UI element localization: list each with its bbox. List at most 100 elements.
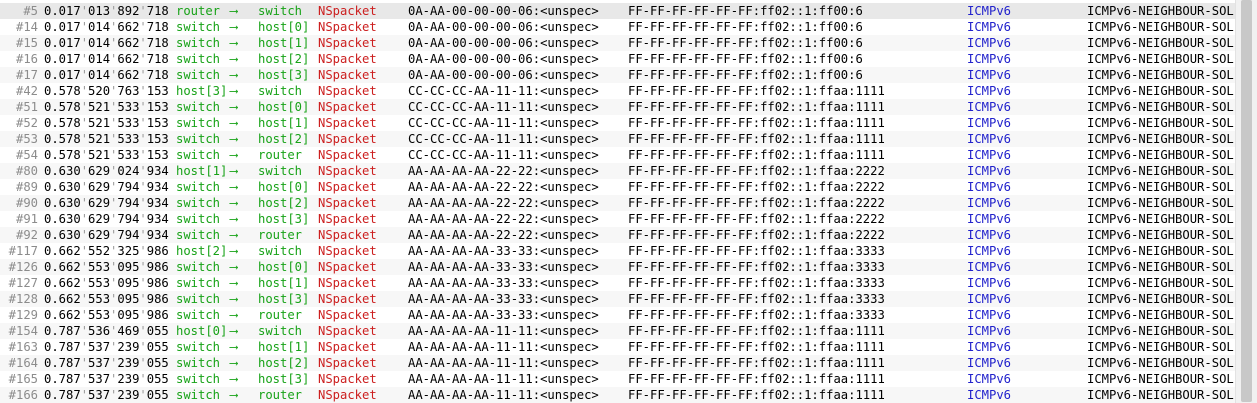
source-module: switch (176, 52, 221, 66)
event-log-view[interactable]: #5 0.017'013'892'718 router ⟶ switch NSpacket… (0, 0, 1257, 403)
source-module: switch (176, 340, 221, 354)
message-kind: ICMPv6-NEIGHBOUR-SOL (1087, 372, 1234, 386)
table-row[interactable]: #90 0.630'629'794'934 switch ⟶ host[2] NSpack… (0, 195, 1236, 211)
table-row[interactable]: #163 0.787'537'239'055 switch ⟶ host[1] NSpac… (0, 339, 1236, 355)
event-time: 0.662'552'325'986 (44, 244, 169, 258)
table-row[interactable]: #80 0.630'629'024'934 host[1] ⟶ switch NSpack… (0, 163, 1236, 179)
message-name: NSpacket (318, 388, 377, 402)
table-row[interactable]: #91 0.630'629'794'934 switch ⟶ host[3] NSpack… (0, 211, 1236, 227)
destination-address: FF-FF-FF-FF-FF-FF:ff02::1:ffaa:1111 (628, 324, 885, 338)
table-row[interactable]: #128 0.662'553'095'986 switch ⟶ host[3] NSpac… (0, 291, 1236, 307)
destination-address: FF-FF-FF-FF-FF-FF:ff02::1:ffaa:1111 (628, 356, 885, 370)
table-row[interactable]: #129 0.662'553'095'986 switch ⟶ router NSpack… (0, 307, 1236, 323)
table-row[interactable]: #92 0.630'629'794'934 switch ⟶ router NSpacke… (0, 227, 1236, 243)
destination-module: switch (258, 324, 303, 338)
event-number: #17 (15, 68, 38, 82)
destination-module: host[0] (258, 180, 310, 194)
table-row[interactable]: #117 0.662'552'325'986 host[2] ⟶ switch NSpac… (0, 243, 1236, 259)
message-name: NSpacket (318, 324, 377, 338)
event-number: #127 (8, 276, 38, 290)
destination-module: host[1] (258, 276, 310, 290)
event-time: 0.662'553'095'986 (44, 292, 169, 306)
event-time: 0.630'629'794'934 (44, 196, 169, 210)
arrow-right-icon: ⟶ (230, 260, 238, 274)
vertical-scrollbar[interactable] (1235, 0, 1257, 403)
message-kind: ICMPv6-NEIGHBOUR-SOL (1087, 52, 1234, 66)
source-address: AA-AA-AA-AA-11-11:<unspec> (408, 340, 599, 354)
destination-module: host[0] (258, 20, 310, 34)
source-address: CC-CC-CC-AA-11-11:<unspec> (408, 100, 599, 114)
message-kind: ICMPv6-NEIGHBOUR-SOL (1087, 148, 1234, 162)
event-time: 0.017'014'662'718 (44, 52, 169, 66)
destination-address: FF-FF-FF-FF-FF-FF:ff02::1:ffaa:2222 (628, 228, 885, 242)
table-row[interactable]: #154 0.787'536'469'055 host[0] ⟶ switch NSpac… (0, 323, 1236, 339)
table-row[interactable]: #126 0.662'553'095'986 switch ⟶ host[0] NSpac… (0, 259, 1236, 275)
event-time: 0.578'521'533'153 (44, 100, 169, 114)
table-row[interactable]: #51 0.578'521'533'153 switch ⟶ host[0] NSpack… (0, 99, 1236, 115)
table-row[interactable]: #14 0.017'014'662'718 switch ⟶ host[0] NSpack… (0, 19, 1236, 35)
table-row[interactable]: #42 0.578'520'763'153 host[3] ⟶ switch NSpack… (0, 83, 1236, 99)
event-number: #164 (8, 356, 38, 370)
message-kind: ICMPv6-NEIGHBOUR-SOL (1087, 116, 1234, 130)
destination-address: FF-FF-FF-FF-FF-FF:ff02::1:ffaa:3333 (628, 292, 885, 306)
destination-module: host[1] (258, 36, 310, 50)
message-kind: ICMPv6-NEIGHBOUR-SOL (1087, 164, 1234, 178)
table-row[interactable]: #166 0.787'537'239'055 switch ⟶ router NSpack… (0, 387, 1236, 403)
table-row[interactable]: #53 0.578'521'533'153 switch ⟶ host[2] NSpack… (0, 131, 1236, 147)
destination-module: router (258, 388, 303, 402)
event-time: 0.578'521'533'153 (44, 116, 169, 130)
source-address: AA-AA-AA-AA-22-22:<unspec> (408, 212, 599, 226)
table-row[interactable]: #52 0.578'521'533'153 switch ⟶ host[1] NSpack… (0, 115, 1236, 131)
message-name: NSpacket (318, 308, 377, 322)
message-name: NSpacket (318, 196, 377, 210)
destination-module: router (258, 228, 303, 242)
destination-address: FF-FF-FF-FF-FF-FF:ff02::1:ff00:6 (628, 36, 863, 50)
source-address: 0A-AA-00-00-00-06:<unspec> (408, 4, 599, 18)
event-time: 0.578'521'533'153 (44, 148, 169, 162)
event-time: 0.017'014'662'718 (44, 36, 169, 50)
source-module: switch (176, 196, 221, 210)
message-name: NSpacket (318, 100, 377, 114)
source-address: CC-CC-CC-AA-11-11:<unspec> (408, 148, 599, 162)
message-name: NSpacket (318, 68, 377, 82)
protocol: ICMPv6 (967, 388, 1012, 402)
table-row[interactable]: #127 0.662'553'095'986 switch ⟶ host[1] NSpac… (0, 275, 1236, 291)
destination-address: FF-FF-FF-FF-FF-FF:ff02::1:ff00:6 (628, 52, 863, 66)
destination-address: FF-FF-FF-FF-FF-FF:ff02::1:ffaa:1111 (628, 340, 885, 354)
destination-address: FF-FF-FF-FF-FF-FF:ff02::1:ffaa:1111 (628, 116, 885, 130)
destination-address: FF-FF-FF-FF-FF-FF:ff02::1:ffaa:2222 (628, 212, 885, 226)
source-address: AA-AA-AA-AA-22-22:<unspec> (408, 228, 599, 242)
source-module: switch (176, 356, 221, 370)
table-row[interactable]: #89 0.630'629'794'934 switch ⟶ host[0] NSpack… (0, 179, 1236, 195)
destination-module: host[3] (258, 68, 310, 82)
arrow-right-icon: ⟶ (230, 132, 238, 146)
source-module: host[0] (176, 324, 228, 338)
table-row[interactable]: #5 0.017'013'892'718 router ⟶ switch NSpacket… (0, 3, 1236, 19)
arrow-right-icon: ⟶ (230, 4, 238, 18)
table-row[interactable]: #54 0.578'521'533'153 switch ⟶ router NSpacke… (0, 147, 1236, 163)
arrow-right-icon: ⟶ (230, 84, 238, 98)
destination-module: router (258, 148, 303, 162)
table-row[interactable]: #165 0.787'537'239'055 switch ⟶ host[3] NSpac… (0, 371, 1236, 387)
table-row[interactable]: #17 0.017'014'662'718 switch ⟶ host[3] NSpack… (0, 67, 1236, 83)
event-time: 0.017'014'662'718 (44, 20, 169, 34)
event-number: #80 (15, 164, 38, 178)
message-name: NSpacket (318, 132, 377, 146)
event-number: #15 (15, 36, 38, 50)
table-row[interactable]: #15 0.017'014'662'718 switch ⟶ host[1] NSpack… (0, 35, 1236, 51)
table-row[interactable]: #164 0.787'537'239'055 switch ⟶ host[2] NSpac… (0, 355, 1236, 371)
source-module: host[1] (176, 164, 228, 178)
scrollbar-thumb[interactable] (1241, 0, 1252, 402)
message-kind: ICMPv6-NEIGHBOUR-SOL (1087, 356, 1234, 370)
source-module: switch (176, 308, 221, 322)
protocol: ICMPv6 (967, 148, 1012, 162)
source-address: AA-AA-AA-AA-33-33:<unspec> (408, 260, 599, 274)
message-kind: ICMPv6-NEIGHBOUR-SOL (1087, 276, 1234, 290)
destination-module: host[0] (258, 260, 310, 274)
destination-module: host[2] (258, 356, 310, 370)
event-number: #53 (15, 132, 38, 146)
source-module: switch (176, 36, 221, 50)
event-number: #117 (8, 244, 38, 258)
table-row[interactable]: #16 0.017'014'662'718 switch ⟶ host[2] NSpack… (0, 51, 1236, 67)
event-number: #89 (15, 180, 38, 194)
